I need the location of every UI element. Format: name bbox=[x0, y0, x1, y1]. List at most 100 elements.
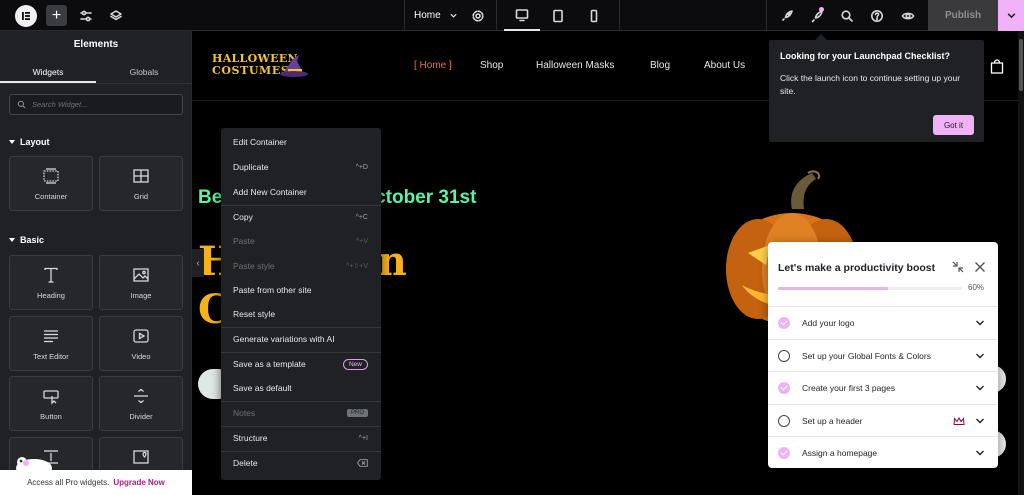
map-icon bbox=[133, 450, 149, 464]
chevron-down-icon bbox=[450, 13, 457, 18]
menu-duplicate[interactable]: Duplicate ^+D bbox=[221, 155, 381, 179]
upgrade-now-link[interactable]: Upgrade Now bbox=[113, 478, 165, 487]
search-widget-input[interactable] bbox=[32, 100, 172, 109]
layers-icon[interactable] bbox=[106, 0, 126, 31]
menu-save-as-template[interactable]: Save as a template New bbox=[221, 352, 381, 376]
search-widget-box[interactable] bbox=[9, 94, 183, 115]
nav-halloween-masks[interactable]: Halloween Masks bbox=[536, 60, 614, 71]
widget-container[interactable]: Container bbox=[9, 156, 93, 211]
menu-delete[interactable]: Delete bbox=[221, 451, 381, 475]
menu-label: Copy bbox=[233, 212, 253, 222]
menu-structure[interactable]: Structure ^+I bbox=[221, 426, 381, 450]
progress-fill bbox=[778, 287, 889, 290]
menu-label: Reset style bbox=[233, 309, 276, 319]
cart-icon[interactable] bbox=[990, 58, 1004, 74]
checklist-progress-bar bbox=[778, 287, 962, 290]
menu-generate-variations-ai[interactable]: Generate variations with AI bbox=[221, 327, 381, 351]
checklist-item-header[interactable]: Set up a header bbox=[768, 404, 998, 436]
checklist-item-homepage[interactable]: Assign a homepage bbox=[768, 436, 998, 468]
tab-globals[interactable]: Globals bbox=[96, 67, 192, 77]
minimize-icon[interactable] bbox=[951, 260, 965, 274]
pro-upgrade-banner: Access all Pro widgets. Upgrade Now bbox=[0, 470, 192, 495]
menu-label: Save as a template bbox=[233, 359, 306, 369]
caret-down-icon bbox=[9, 140, 15, 144]
widget-text-editor[interactable]: Text Editor bbox=[9, 316, 93, 371]
search-icon[interactable] bbox=[837, 0, 857, 31]
plus-icon[interactable]: + bbox=[46, 5, 67, 26]
menu-label: Structure bbox=[233, 433, 268, 443]
publish-button[interactable]: Publish bbox=[928, 0, 998, 31]
panel-title: Elements bbox=[73, 39, 119, 50]
elementor-logo-icon[interactable] bbox=[15, 5, 37, 27]
tablet-icon[interactable] bbox=[548, 0, 568, 31]
checklist-item-add-logo[interactable]: Add your logo bbox=[768, 306, 998, 338]
chevron-down-icon[interactable] bbox=[998, 0, 1024, 31]
menu-add-new-container[interactable]: Add New Container bbox=[221, 180, 381, 204]
got-it-button[interactable]: Got it bbox=[933, 115, 974, 135]
sliders-icon[interactable] bbox=[76, 0, 96, 31]
widget-image[interactable]: Image bbox=[99, 255, 183, 310]
section-layout[interactable]: Layout bbox=[9, 137, 50, 147]
hero-date-prefix: Be bbox=[198, 187, 223, 208]
widget-divider[interactable]: Divider bbox=[99, 376, 183, 431]
chevron-down-icon bbox=[976, 450, 984, 456]
menu-notes: Notes PRO bbox=[221, 401, 381, 425]
new-badge: New bbox=[342, 358, 368, 370]
widget-heading[interactable]: Heading bbox=[9, 255, 93, 310]
collapse-panel-icon[interactable]: ‹ bbox=[192, 249, 204, 277]
checklist-item-label: Create your first 3 pages bbox=[802, 382, 896, 393]
launchpad-tooltip: Looking for your Launchpad Checklist? Cl… bbox=[769, 34, 984, 142]
menu-edit-container[interactable]: Edit Container bbox=[221, 130, 381, 154]
menu-reset-style[interactable]: Reset style bbox=[221, 302, 381, 326]
widget-button[interactable]: Button bbox=[9, 376, 93, 431]
menu-label: Paste from other site bbox=[233, 285, 312, 295]
menu-copy[interactable]: Copy ^+C bbox=[221, 205, 381, 229]
checklist-title: Let's make a productivity boost bbox=[778, 262, 936, 274]
widget-grid[interactable]: Grid bbox=[99, 156, 183, 211]
close-icon[interactable] bbox=[973, 260, 987, 274]
menu-label: Paste bbox=[233, 236, 255, 246]
check-done-icon bbox=[778, 381, 790, 394]
canvas-scrollbar[interactable] bbox=[1018, 31, 1024, 495]
nav-shop[interactable]: Shop bbox=[480, 60, 503, 71]
witch-hat-icon bbox=[280, 55, 308, 77]
checklist-item-label: Assign a homepage bbox=[802, 447, 878, 458]
nav-blog[interactable]: Blog bbox=[650, 60, 670, 71]
menu-label: Generate variations with AI bbox=[233, 334, 335, 344]
image-icon bbox=[133, 267, 149, 282]
check-empty-icon bbox=[778, 414, 790, 427]
desktop-icon[interactable] bbox=[504, 0, 540, 31]
widget-video[interactable]: Video bbox=[99, 316, 183, 371]
page-select[interactable]: Home bbox=[414, 0, 458, 31]
scrollbar-thumb[interactable] bbox=[1019, 39, 1023, 91]
button-icon bbox=[43, 389, 59, 405]
elements-panel: Elements Widgets Globals Layout Containe… bbox=[0, 31, 192, 495]
rocket-icon[interactable] bbox=[777, 0, 797, 31]
checklist-item-create-pages[interactable]: Create your first 3 pages bbox=[768, 371, 998, 403]
pro-banner-text: Access all Pro widgets. bbox=[27, 478, 110, 487]
menu-save-as-default[interactable]: Save as default bbox=[221, 376, 381, 400]
eye-icon[interactable] bbox=[898, 0, 918, 31]
menu-shortcut: ^+I bbox=[358, 434, 368, 442]
page-name: Home bbox=[414, 10, 441, 21]
nav-about-us[interactable]: About Us bbox=[704, 60, 745, 71]
top-bar: + Home Publish bbox=[0, 0, 1024, 31]
menu-paste: Paste ^+V bbox=[221, 229, 381, 253]
menu-paste-style: Paste style ^+⇧+V bbox=[221, 254, 381, 278]
nav-home[interactable]: [ Home ] bbox=[414, 60, 452, 71]
elementor-editor: + Home Publish Elements Widgets Globals … bbox=[0, 0, 1024, 495]
menu-label: Edit Container bbox=[233, 137, 287, 147]
tab-widgets[interactable]: Widgets bbox=[0, 67, 96, 77]
widget-label: Divider bbox=[129, 411, 153, 421]
gear-icon[interactable] bbox=[468, 0, 488, 31]
menu-label: Save as default bbox=[233, 383, 292, 393]
section-basic[interactable]: Basic bbox=[9, 235, 44, 245]
menu-paste-from-other-site[interactable]: Paste from other site bbox=[221, 278, 381, 302]
help-icon[interactable] bbox=[867, 0, 887, 31]
menu-label: Paste style bbox=[233, 261, 275, 271]
chevron-down-icon bbox=[976, 320, 984, 326]
search-icon bbox=[17, 100, 26, 109]
mobile-icon[interactable] bbox=[584, 0, 604, 31]
launchpad-icon[interactable] bbox=[807, 0, 827, 31]
checklist-item-global-fonts[interactable]: Set up your Global Fonts & Colors bbox=[768, 339, 998, 371]
